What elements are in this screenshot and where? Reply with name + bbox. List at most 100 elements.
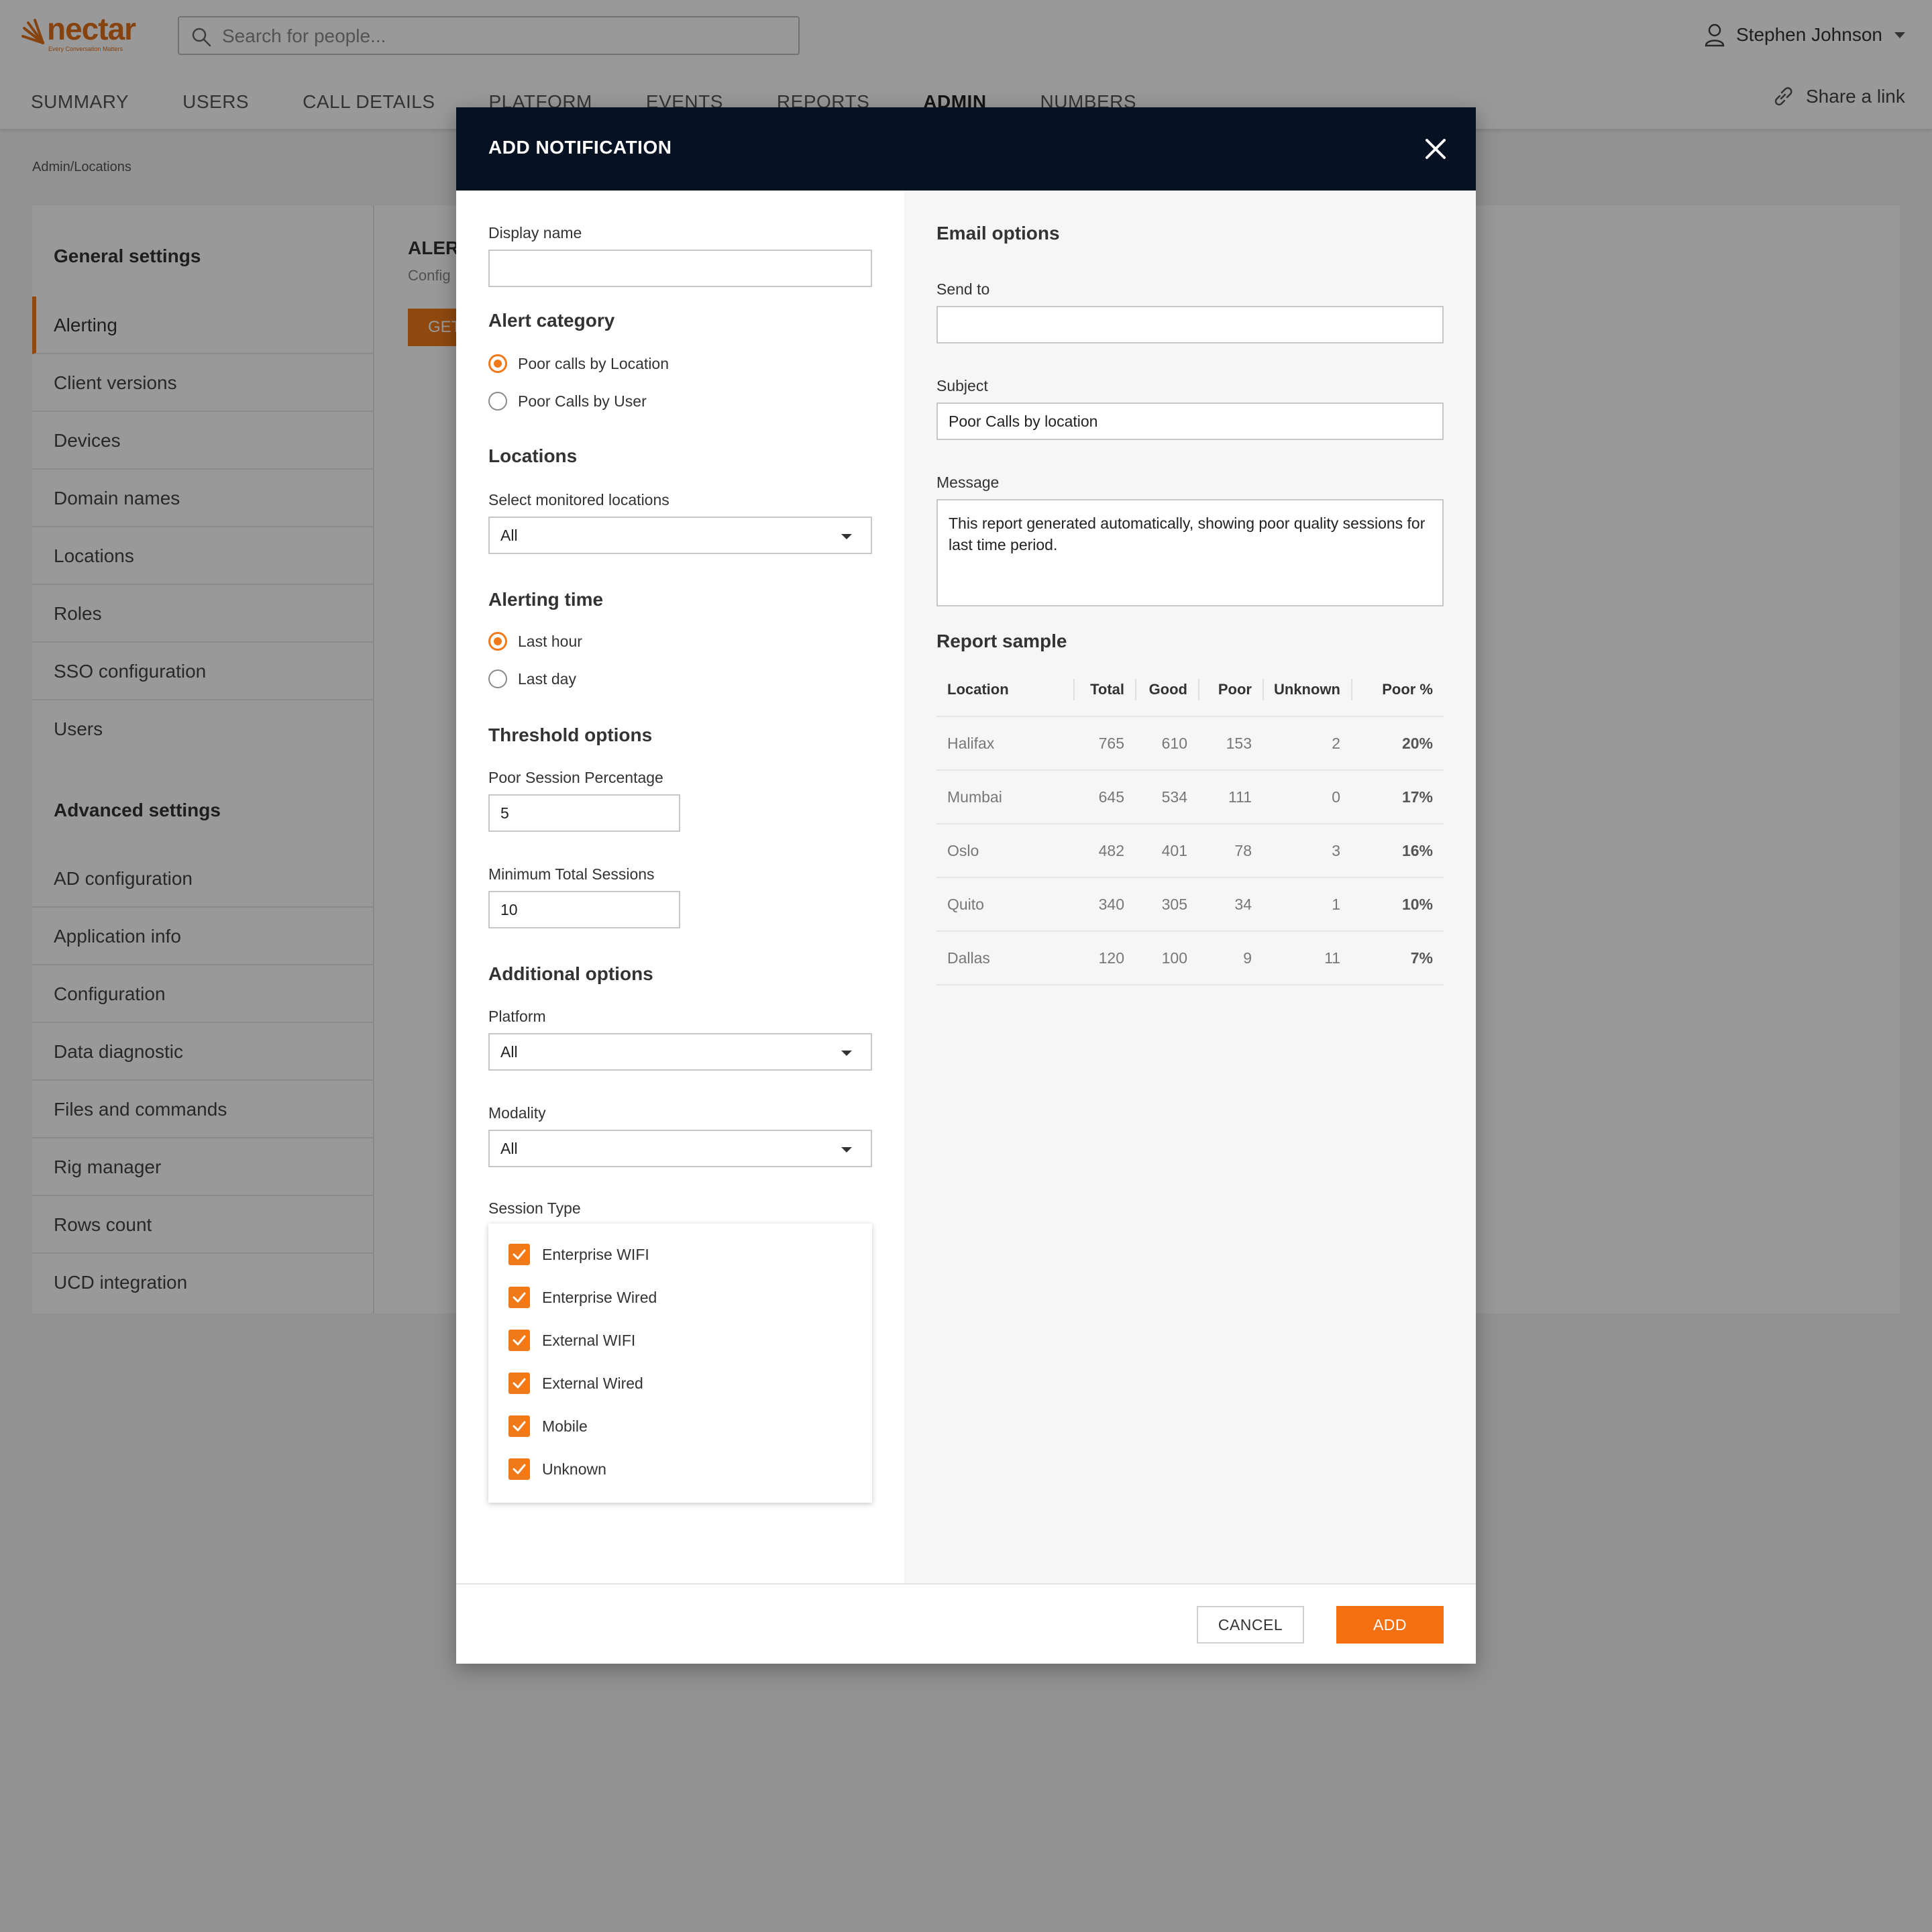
cell-good: 534 (1135, 770, 1198, 824)
session-type-unknown[interactable]: Unknown (508, 1458, 606, 1480)
checkbox-checked[interactable] (508, 1415, 530, 1437)
check-icon (513, 1378, 526, 1389)
session-type-external-wired[interactable]: External Wired (508, 1373, 643, 1394)
check-icon (513, 1464, 526, 1474)
cell-location: Halifax (936, 716, 1073, 771)
checkbox-checked[interactable] (508, 1244, 530, 1265)
option-label: Poor calls by Location (518, 354, 669, 372)
check-icon (513, 1292, 526, 1303)
cell-poor-percent: 10% (1351, 877, 1444, 932)
platform-label: Platform (488, 1008, 546, 1025)
checkbox-label: Mobile (542, 1417, 588, 1435)
add-button[interactable]: ADD (1336, 1606, 1444, 1644)
table-row: Halifax 765 610 153 2 20% (936, 716, 1444, 771)
cell-unknown: 2 (1263, 716, 1351, 771)
session-type-mobile[interactable]: Mobile (508, 1415, 588, 1437)
radio-unselected[interactable] (488, 392, 507, 411)
poor-session-percentage-field[interactable] (488, 794, 680, 832)
check-icon (513, 1249, 526, 1260)
checkbox-label: External WIFI (542, 1331, 636, 1349)
cancel-button[interactable]: CANCEL (1197, 1606, 1304, 1644)
dropdown-arrow-icon (841, 1051, 852, 1056)
message-textarea[interactable]: This report generated automatically, sho… (936, 499, 1444, 606)
modality-label: Modality (488, 1104, 546, 1122)
session-type-external-wifi[interactable]: External WIFI (508, 1330, 635, 1351)
table-row: Oslo 482 401 78 3 16% (936, 824, 1444, 878)
cell-poor-percent: 20% (1351, 716, 1444, 771)
alerting-time-option-last-day[interactable]: Last day (488, 669, 576, 688)
send-to-field[interactable] (936, 306, 1444, 343)
cell-good: 305 (1135, 877, 1198, 932)
column-header-total: Total (1073, 663, 1135, 717)
dialog-footer: CANCEL ADD (456, 1583, 1476, 1664)
option-label: Poor Calls by User (518, 392, 647, 410)
close-icon[interactable] (1422, 136, 1449, 162)
option-label: Last hour (518, 632, 582, 650)
cell-poor: 34 (1198, 877, 1263, 932)
display-name-field[interactable] (488, 250, 872, 287)
checkbox-checked[interactable] (508, 1287, 530, 1308)
cell-location: Quito (936, 877, 1073, 932)
radio-selected[interactable] (488, 632, 507, 651)
locations-heading: Locations (488, 445, 578, 466)
radio-unselected[interactable] (488, 669, 507, 688)
alert-category-option-location[interactable]: Poor calls by Location (488, 354, 669, 373)
check-icon (513, 1421, 526, 1432)
checkbox-label: Enterprise Wired (542, 1288, 657, 1306)
cell-unknown: 3 (1263, 824, 1351, 878)
cell-total: 765 (1073, 716, 1135, 771)
table-header-row: Location Total Good Poor Unknown Poor % (936, 663, 1444, 717)
checkbox-checked[interactable] (508, 1330, 530, 1351)
dropdown-arrow-icon (841, 1147, 852, 1152)
checkbox-checked[interactable] (508, 1458, 530, 1480)
alert-category-heading: Alert category (488, 310, 615, 331)
alerting-time-heading: Alerting time (488, 589, 604, 610)
checkbox-label: Enterprise WIFI (542, 1245, 649, 1263)
dropdown-arrow-icon (841, 534, 852, 539)
cell-poor: 153 (1198, 716, 1263, 771)
session-type-enterprise-wifi[interactable]: Enterprise WIFI (508, 1244, 649, 1265)
column-header-unknown: Unknown (1263, 663, 1351, 717)
modality-select-value: All (500, 1140, 518, 1157)
minimum-total-sessions-field[interactable] (488, 891, 680, 928)
cell-good: 401 (1135, 824, 1198, 878)
column-header-poor: Poor (1198, 663, 1263, 717)
subject-label: Subject (936, 377, 988, 394)
column-header-good: Good (1135, 663, 1198, 717)
alert-category-option-user[interactable]: Poor Calls by User (488, 392, 647, 411)
platform-select[interactable]: All (488, 1033, 872, 1071)
cell-poor-percent: 17% (1351, 770, 1444, 824)
minimum-total-sessions-label: Minimum Total Sessions (488, 865, 655, 883)
cell-total: 340 (1073, 877, 1135, 932)
cell-unknown: 11 (1263, 931, 1351, 985)
cell-poor: 78 (1198, 824, 1263, 878)
table-row: Quito 340 305 34 1 10% (936, 877, 1444, 932)
cell-poor: 9 (1198, 931, 1263, 985)
poor-session-percentage-label: Poor Session Percentage (488, 769, 663, 786)
cell-unknown: 1 (1263, 877, 1351, 932)
radio-selected[interactable] (488, 354, 507, 373)
session-type-label: Session Type (488, 1199, 581, 1217)
alerting-time-option-last-hour[interactable]: Last hour (488, 632, 582, 651)
locations-select[interactable]: All (488, 517, 872, 554)
subject-field[interactable] (936, 402, 1444, 440)
add-notification-dialog: ADD NOTIFICATION Display name Alert cate… (456, 107, 1476, 1664)
option-label: Last day (518, 669, 576, 688)
checkbox-label: External Wired (542, 1374, 643, 1392)
dialog-header: ADD NOTIFICATION (456, 107, 1476, 191)
cell-good: 100 (1135, 931, 1198, 985)
checkbox-checked[interactable] (508, 1373, 530, 1394)
display-name-label: Display name (488, 224, 582, 241)
additional-options-heading: Additional options (488, 963, 653, 984)
cell-total: 120 (1073, 931, 1135, 985)
cell-total: 645 (1073, 770, 1135, 824)
send-to-label: Send to (936, 280, 990, 298)
session-type-enterprise-wired[interactable]: Enterprise Wired (508, 1287, 657, 1308)
notification-settings-column: Display name Alert category Poor calls b… (456, 191, 904, 1583)
cell-poor-percent: 16% (1351, 824, 1444, 878)
modality-select[interactable]: All (488, 1130, 872, 1167)
email-options-column: Email options Send to Subject Message Th… (904, 191, 1476, 1583)
locations-select-value: All (500, 527, 518, 544)
cell-good: 610 (1135, 716, 1198, 771)
report-sample-table: Location Total Good Poor Unknown Poor % … (936, 663, 1444, 985)
